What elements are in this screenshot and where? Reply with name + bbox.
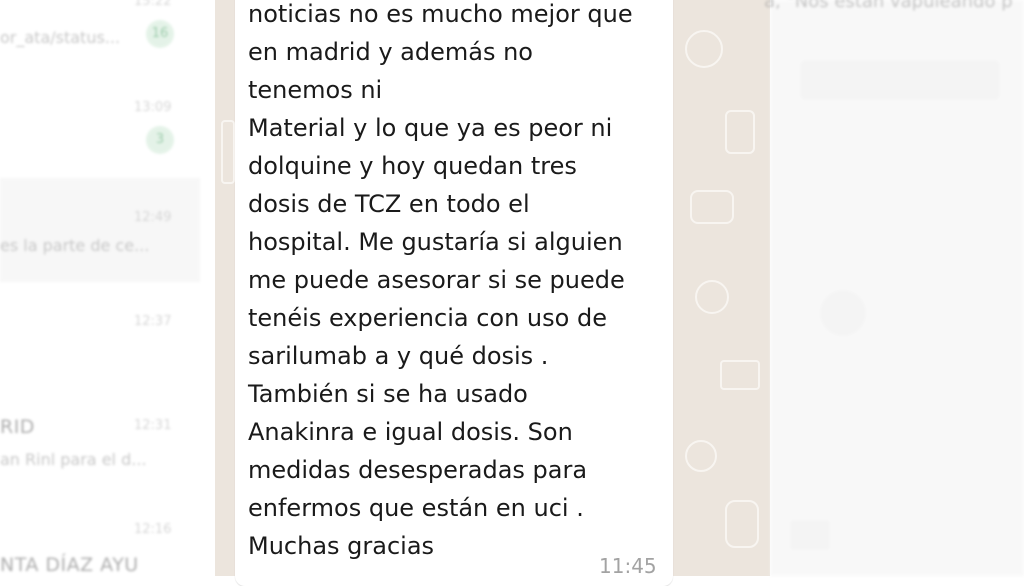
unread-badge: 16 [146,20,174,48]
chat-list-item[interactable]: 13:09 3 [0,90,200,154]
chat-list-item[interactable]: RID 12:31 an Rinl para el d... [0,412,200,474]
doodle-ball-icon [695,280,729,314]
chat-preview: or_ata/status... [0,28,121,47]
message-line: tenemos ni [248,76,383,104]
message-line: me puede asesorar si se puede [248,266,625,294]
message-line: en madrid y además no [248,38,533,66]
message-line: dolquine y hoy quedan tres [248,152,577,180]
message-line: medidas desesperadas para [248,456,588,484]
chat-preview: es la parte de ce... [0,236,150,255]
message-line: Material y lo que ya es peor ni [248,114,613,142]
message-line: dosis de TCZ en todo el [248,190,530,218]
chat-name: NTA DÍAZ AYU [0,554,139,576]
chat-header-preview: a, "Nos están vapuleando p [764,0,1013,12]
message-line: hospital. Me gustaría si alguien [248,228,623,256]
doodle-bubble-icon [685,440,717,472]
chat-list-item[interactable]: 15:22 or_ata/status... 16 [0,0,200,62]
right-panel-block [800,60,1000,100]
chat-time: 12:16 [134,522,172,537]
chat-list-item[interactable]: 12:37 [0,310,200,372]
chat-time: 12:49 [134,210,172,225]
message-line: sarilumab a y qué dosis . [248,342,549,370]
unread-badge: 3 [146,126,174,154]
doodle-left-icon [221,120,235,184]
chat-time: 12:31 [134,418,172,433]
chat-time: 12:37 [134,314,172,329]
message-line: Anakinra e igual dosis. Son [248,418,573,446]
doodle-circle-icon [685,30,723,68]
message-bubble[interactable]: noticias no es mucho mejor que en madrid… [235,0,673,586]
right-panel-icon [790,520,830,550]
message-line: También si se ha usado [248,380,528,408]
message-line: enfermos que están en uci . [248,494,584,522]
message-line: Muchas gracias [248,532,435,560]
message-timestamp: 11:45 [599,554,657,578]
right-panel [770,0,1024,576]
chat-time: 15:22 [134,0,172,9]
message-line: noticias no es mucho mejor que [248,0,633,28]
doodle-tag-icon [720,360,760,390]
doodle-popsicle-icon [725,500,759,548]
doodle-cup-icon [725,110,755,154]
chat-list-item[interactable]: 12:16 NTA DÍAZ AYU [0,518,200,580]
chat-list: 15:22 or_ata/status... 16 13:09 3 12:49 … [0,0,200,576]
chat-name: RID [0,416,35,438]
doodle-box-icon [690,190,734,224]
chat-preview: an Rinl para el d... [0,450,147,469]
chat-time: 13:09 [134,100,172,115]
message-line: tenéis experiencia con uso de [248,304,607,332]
right-panel-avatar-icon [820,290,866,336]
chat-list-item-selected[interactable]: 12:49 es la parte de ce... [0,178,200,282]
